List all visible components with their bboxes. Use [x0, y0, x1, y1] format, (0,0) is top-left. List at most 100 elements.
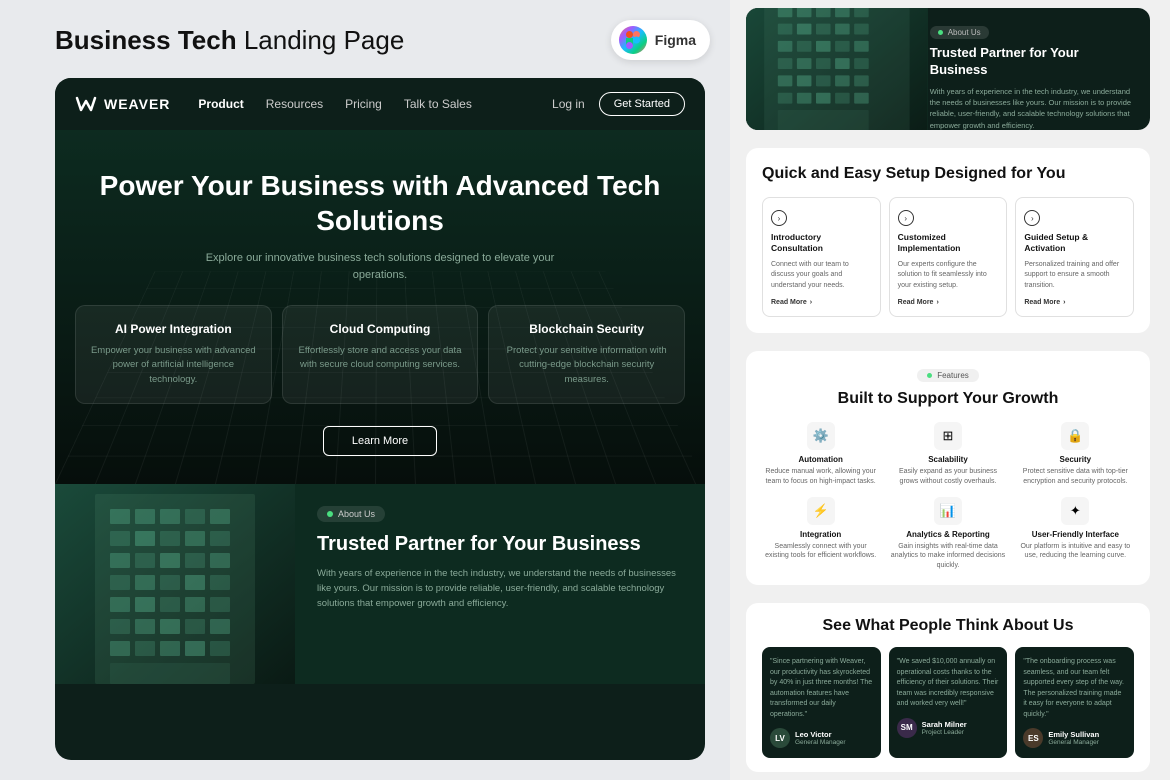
hero-subtitle: Explore our innovative business tech sol… — [190, 250, 570, 283]
hero-section: Power Your Business with Advanced Tech S… — [55, 130, 705, 484]
feature-item-2-title: Security — [1017, 455, 1134, 464]
security-icon: 🔒 — [1061, 422, 1089, 450]
setup-card-1-read-more[interactable]: Read More › — [898, 299, 999, 306]
feature-item-3-desc: Seamlessly connect with your existing to… — [762, 542, 879, 562]
feature-card-ai-title: AI Power Integration — [88, 322, 259, 336]
setup-card-2-read-more[interactable]: Read More › — [1024, 299, 1125, 306]
user-friendly-icon: ✦ — [1061, 497, 1089, 525]
feature-card-cloud: Cloud Computing Effortlessly store and a… — [282, 305, 479, 404]
right-panel: About Us Trusted Partner for Your Busine… — [730, 0, 1170, 780]
preview-building-image — [746, 8, 928, 130]
nav-actions: Log in Get Started — [552, 92, 685, 116]
testimonial-0-text: "Since partnering with Weaver, our produ… — [770, 657, 873, 720]
setup-card-0-read-more[interactable]: Read More › — [771, 299, 872, 306]
feature-item-1-title: Scalability — [889, 455, 1006, 464]
feature-item-4: 📊 Analytics & Reporting Gain insights wi… — [889, 497, 1006, 571]
preview-card-title: Trusted Partner for Your Business — [930, 45, 1136, 79]
testimonial-card-1: "We saved $10,000 annually on operationa… — [889, 647, 1008, 758]
nav-product[interactable]: Product — [198, 97, 243, 111]
setup-card-1-desc: Our experts configure the solution to fi… — [898, 260, 999, 292]
about-section: About Us Trusted Partner for Your Busine… — [55, 484, 705, 684]
setup-card-1-arrow: › — [898, 210, 914, 226]
feature-item-1: ⊞ Scalability Easily expand as your busi… — [889, 422, 1006, 487]
about-desc: With years of experience in the tech ind… — [317, 566, 683, 612]
automation-icon: ⚙️ — [807, 422, 835, 450]
testimonial-0-name: Leo Victor — [795, 730, 846, 739]
features-badge-text: Features — [937, 371, 969, 380]
testimonial-2-text: "The onboarding process was seamless, an… — [1023, 657, 1126, 720]
about-title: Trusted Partner for Your Business — [317, 532, 683, 556]
setup-card-2-arrow: › — [1024, 210, 1040, 226]
feature-cards: AI Power Integration Empower your busine… — [75, 305, 685, 404]
feature-item-4-title: Analytics & Reporting — [889, 530, 1006, 539]
features-badge-dot — [927, 373, 932, 378]
feature-card-ai: AI Power Integration Empower your busine… — [75, 305, 272, 404]
feature-card-blockchain-title: Blockchain Security — [501, 322, 672, 336]
nav-logo: WEAVER — [75, 93, 170, 115]
setup-card-1-title: Customized Implementation — [898, 232, 999, 254]
features-section: Features Built to Support Your Growth ⚙️… — [746, 351, 1150, 585]
feature-card-cloud-title: Cloud Computing — [295, 322, 466, 336]
feature-item-1-desc: Easily expand as your business grows wit… — [889, 467, 1006, 487]
feature-item-4-desc: Gain insights with real-time data analyt… — [889, 542, 1006, 571]
testimonials-section: See What People Think About Us "Since pa… — [746, 603, 1150, 772]
feature-item-5-title: User-Friendly Interface — [1017, 530, 1134, 539]
testimonials-grid: "Since partnering with Weaver, our produ… — [762, 647, 1134, 758]
setup-section: Quick and Easy Setup Designed for You › … — [746, 148, 1150, 333]
page-title: Business Tech Landing Page — [55, 25, 404, 56]
preview-about-content: About Us Trusted Partner for Your Busine… — [916, 8, 1150, 130]
testimonial-1-role: Project Leader — [922, 729, 967, 736]
feature-item-0-title: Automation — [762, 455, 879, 464]
preview-card-desc: With years of experience in the tech ind… — [930, 86, 1136, 130]
features-grid: ⚙️ Automation Reduce manual work, allowi… — [762, 422, 1134, 571]
feature-card-blockchain-desc: Protect your sensitive information with … — [501, 344, 672, 387]
nav-talk-sales[interactable]: Talk to Sales — [404, 97, 472, 111]
nav-pricing[interactable]: Pricing — [345, 97, 382, 111]
testimonial-1-author: SM Sarah Milner Project Leader — [897, 718, 1000, 738]
main-nav: WEAVER Product Resources Pricing Talk to… — [55, 78, 705, 130]
testimonial-1-name: Sarah Milner — [922, 720, 967, 729]
setup-card-2-title: Guided Setup & Activation — [1024, 232, 1125, 254]
analytics-icon: 📊 — [934, 497, 962, 525]
figma-logo-icon — [619, 26, 647, 54]
scalability-icon: ⊞ — [934, 422, 962, 450]
nav-logo-text: WEAVER — [104, 96, 170, 112]
about-content: About Us Trusted Partner for Your Busine… — [295, 484, 705, 684]
feature-item-0-desc: Reduce manual work, allowing your team t… — [762, 467, 879, 487]
preview-about-dot — [938, 30, 943, 35]
about-badge: About Us — [317, 506, 385, 522]
nav-login[interactable]: Log in — [552, 97, 585, 111]
figma-badge[interactable]: Figma — [611, 20, 710, 60]
figma-label: Figma — [655, 32, 696, 48]
nav-links: Product Resources Pricing Talk to Sales — [198, 97, 552, 111]
feature-card-ai-desc: Empower your business with advanced powe… — [88, 344, 259, 387]
left-panel: Business Tech Landing Page Figma — [0, 0, 730, 780]
feature-item-2-desc: Protect sensitive data with top-tier enc… — [1017, 467, 1134, 487]
feature-item-5: ✦ User-Friendly Interface Our platform i… — [1017, 497, 1134, 571]
feature-item-3: ⚡ Integration Seamlessly connect with yo… — [762, 497, 879, 571]
nav-cta-button[interactable]: Get Started — [599, 92, 685, 116]
integration-icon: ⚡ — [807, 497, 835, 525]
setup-card-2: › Guided Setup & Activation Personalized… — [1015, 197, 1134, 317]
feature-card-blockchain: Blockchain Security Protect your sensiti… — [488, 305, 685, 404]
weaver-logo-icon — [75, 93, 97, 115]
nav-resources[interactable]: Resources — [266, 97, 323, 111]
feature-item-5-desc: Our platform is intuitive and easy to us… — [1017, 542, 1134, 562]
preview-about-badge: About Us — [930, 26, 989, 39]
setup-cards: › Introductory Consultation Connect with… — [762, 197, 1134, 317]
setup-card-0-title: Introductory Consultation — [771, 232, 872, 254]
main-card: WEAVER Product Resources Pricing Talk to… — [55, 78, 705, 760]
testimonial-2-author: ES Emily Sullivan General Manager — [1023, 728, 1126, 748]
preview-about-text: About Us — [948, 28, 981, 37]
testimonial-1-avatar: SM — [897, 718, 917, 738]
feature-card-cloud-desc: Effortlessly store and access your data … — [295, 344, 466, 373]
testimonial-0-role: General Manager — [795, 739, 846, 746]
setup-card-0-desc: Connect with our team to discuss your go… — [771, 260, 872, 292]
testimonials-title: See What People Think About Us — [762, 617, 1134, 635]
testimonial-card-2: "The onboarding process was seamless, an… — [1015, 647, 1134, 758]
feature-item-2: 🔒 Security Protect sensitive data with t… — [1017, 422, 1134, 487]
setup-card-0: › Introductory Consultation Connect with… — [762, 197, 881, 317]
about-image — [55, 484, 295, 684]
testimonial-0-avatar: LV — [770, 728, 790, 748]
learn-more-button[interactable]: Learn More — [323, 426, 437, 456]
